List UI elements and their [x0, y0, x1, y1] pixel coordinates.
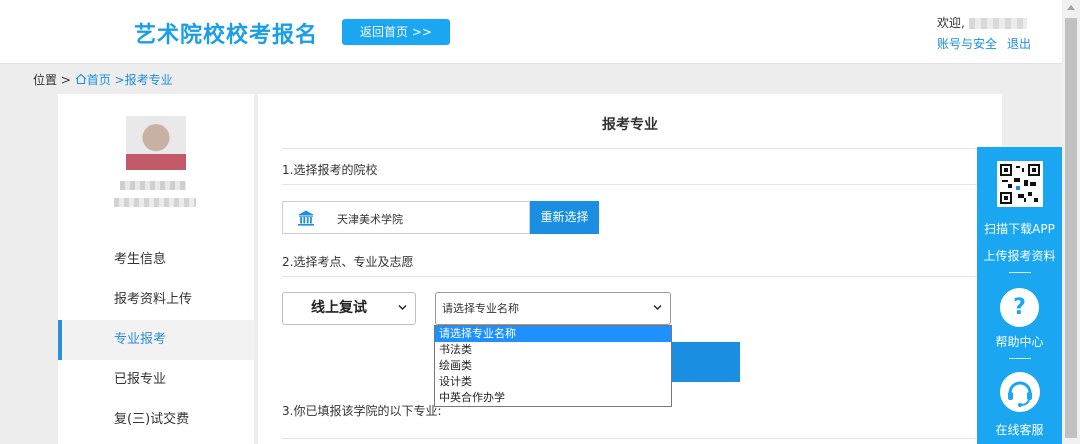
- major-option[interactable]: 请选择专业名称: [435, 326, 671, 342]
- selected-school-box: 天津美术学院: [282, 201, 530, 234]
- divider: [1009, 272, 1031, 273]
- headset-icon[interactable]: [999, 371, 1041, 413]
- welcome-text: 欢迎,: [937, 14, 1027, 31]
- page-header: 艺术院校校考报名 返回首页 >> 欢迎, 账号与安全 退出: [0, 0, 1062, 64]
- online-service-link[interactable]: 在线客服: [977, 421, 1062, 438]
- major-option[interactable]: 中英合作办学: [435, 390, 671, 406]
- page-scrollbar[interactable]: [1062, 0, 1080, 444]
- scrollbar-thumb[interactable]: [1065, 18, 1077, 438]
- major-option[interactable]: 书法类: [435, 342, 671, 358]
- logout-link[interactable]: 退出: [1007, 37, 1031, 51]
- student-id-redacted: [114, 198, 196, 207]
- upload-materials-link[interactable]: 上传报考资料: [977, 247, 1062, 264]
- help-center-link[interactable]: 帮助中心: [977, 333, 1062, 350]
- avatar: [126, 116, 186, 170]
- breadcrumb-prefix: 位置 >: [33, 73, 71, 87]
- sidebar-item-retest-payment[interactable]: 复(三)试交费: [58, 400, 254, 440]
- help-icon[interactable]: ?: [1000, 288, 1039, 327]
- major-select-value: 请选择专业名称: [442, 302, 519, 315]
- chevron-down-icon: [398, 305, 407, 310]
- sidebar-item-major-registration[interactable]: 专业报考: [58, 320, 254, 360]
- student-name-redacted: [120, 181, 186, 190]
- home-icon: [75, 73, 87, 85]
- school-name: 天津美术学院: [337, 213, 403, 226]
- sidebar-item-registered-majors[interactable]: 已报专业: [58, 360, 254, 400]
- breadcrumb-home-link[interactable]: 首页: [75, 73, 115, 87]
- qr-code-icon: [997, 161, 1043, 207]
- account-links: 账号与安全 退出: [937, 35, 1031, 52]
- sidebar-item-upload-materials[interactable]: 报考资料上传: [58, 280, 254, 320]
- site-brand: 艺术院校校考报名: [134, 23, 319, 48]
- exam-mode-value: 线上复试: [311, 300, 367, 316]
- breadcrumb: 位置 > 首页 >报考专业: [33, 71, 173, 88]
- major-option[interactable]: 绘画类: [435, 358, 671, 374]
- submit-button[interactable]: [670, 342, 740, 382]
- step1-heading: 1.选择报考的院校: [282, 163, 378, 177]
- divider: [282, 148, 1002, 149]
- chevron-down-icon: [653, 305, 662, 310]
- account-security-link[interactable]: 账号与安全: [937, 37, 997, 51]
- page-title: 报考专业: [602, 117, 658, 133]
- exam-mode-select[interactable]: 线上复试: [282, 292, 416, 325]
- download-app-link[interactable]: 扫描下载APP: [977, 220, 1062, 237]
- breadcrumb-current: >报考专业: [114, 73, 173, 87]
- username-redacted: [968, 18, 1027, 29]
- sidebar-menu: 考生信息 报考资料上传 专业报考 已报专业 复(三)试交费: [58, 240, 254, 440]
- welcome-label: 欢迎,: [937, 16, 965, 30]
- step2-heading: 2.选择考点、专业及志愿: [282, 255, 414, 269]
- major-select[interactable]: 请选择专业名称: [435, 292, 671, 325]
- step3-heading: 3.你已填报该学院的以下专业:: [282, 404, 442, 418]
- back-home-button[interactable]: 返回首页 >>: [342, 19, 450, 45]
- divider: [282, 438, 1002, 439]
- major-option[interactable]: 设计类: [435, 374, 671, 390]
- sidebar-item-student-info[interactable]: 考生信息: [58, 240, 254, 280]
- scroll-up-icon[interactable]: [1067, 5, 1075, 10]
- divider: [282, 184, 1002, 185]
- major-dropdown-list: 请选择专业名称 书法类 绘画类 设计类 中英合作办学: [434, 325, 672, 407]
- institution-icon: [298, 210, 314, 226]
- floating-side-panel: 扫描下载APP 上传报考资料 ? 帮助中心 在线客服: [977, 147, 1062, 444]
- breadcrumb-home-label: 首页: [86, 73, 111, 87]
- reselect-school-button[interactable]: 重新选择: [530, 201, 599, 234]
- divider: [282, 276, 1002, 277]
- divider: [1009, 358, 1031, 359]
- sidebar: 考生信息 报考资料上传 专业报考 已报专业 复(三)试交费: [58, 94, 254, 444]
